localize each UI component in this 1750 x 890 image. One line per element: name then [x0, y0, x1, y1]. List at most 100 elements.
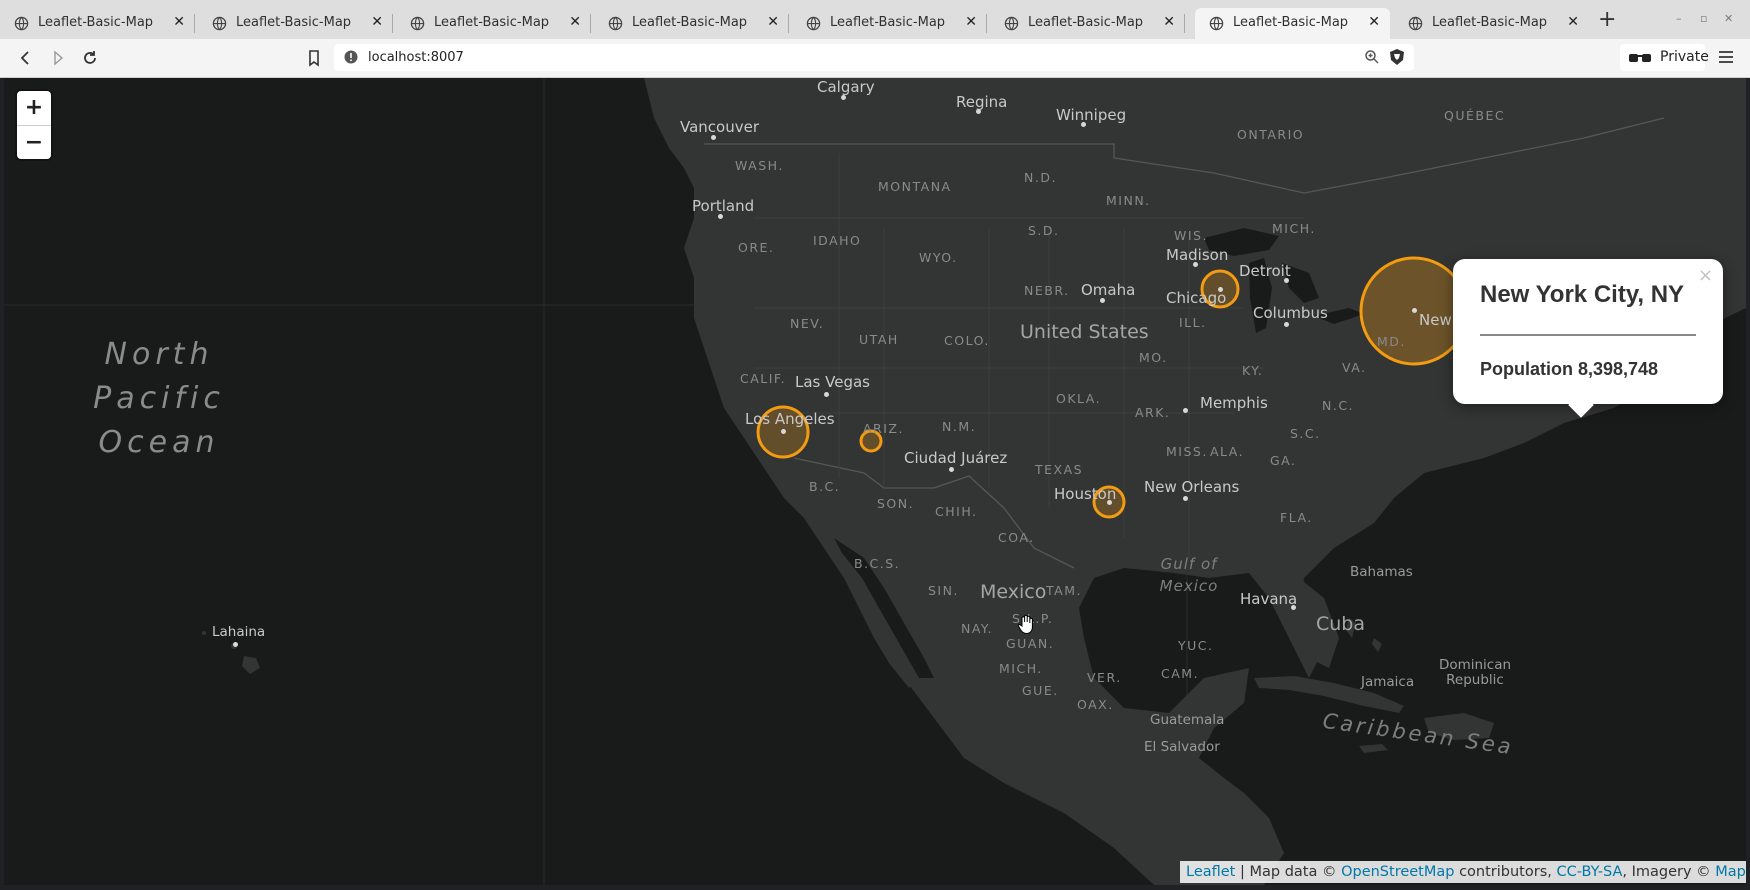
region-label: CHIH. [935, 504, 978, 519]
leaflet-link[interactable]: Leaflet [1186, 864, 1235, 880]
region-label: WYO. [919, 250, 958, 265]
gulf-label: Gulf of Mexico [1159, 555, 1219, 595]
tab-close-icon[interactable]: ✕ [1567, 14, 1579, 30]
region-label: GUE. [1022, 683, 1059, 698]
region-label: MO. [1139, 350, 1168, 365]
tab-close-icon[interactable]: ✕ [371, 14, 383, 30]
browser-tab[interactable]: Leaflet-Basic-Map ✕ [990, 8, 1185, 39]
globe-icon [608, 16, 623, 31]
reload-icon[interactable] [80, 48, 100, 68]
region-label: VER. [1087, 670, 1122, 685]
popup-title: New York City, NY [1480, 281, 1685, 308]
zoom-out-button[interactable]: − [17, 126, 51, 159]
region-label: NAY. [961, 621, 994, 636]
browser-tab[interactable]: Leaflet-Basic-Map ✕ [792, 8, 987, 39]
region-label: B.C. [809, 479, 841, 494]
tab-title: Leaflet-Basic-Map [38, 15, 154, 30]
city-dot [1412, 308, 1417, 313]
minimize-icon[interactable]: – [1676, 12, 1682, 25]
grab-hand-cursor-icon [1017, 614, 1033, 635]
country-small-label: Jamaica [1361, 674, 1415, 690]
tab-close-icon[interactable]: ✕ [1163, 14, 1175, 30]
region-label: SIN. [928, 583, 959, 598]
url-text: localhost:8007 [368, 50, 464, 65]
window-close-icon[interactable]: ✕ [1724, 12, 1733, 25]
globe-icon [1209, 16, 1224, 31]
osm-link[interactable]: OpenStreetMap [1341, 864, 1454, 880]
city-label: Havana [1240, 590, 1298, 608]
city-label: Los Angeles [745, 410, 835, 428]
region-label: MISS. [1166, 444, 1208, 459]
city-dot [949, 467, 954, 472]
tab-strip: Leaflet-Basic-Map ✕ Leaflet-Basic-Map ✕ … [0, 0, 1750, 39]
browser-toolbar: localhost:8007 Private [0, 39, 1750, 78]
popup-population: Population 8,398,748 [1480, 359, 1659, 379]
city-label: Las Vegas [795, 373, 870, 391]
region-label: UTAH [859, 332, 899, 347]
region-label: YUC. [1178, 638, 1214, 653]
browser-tab[interactable]: Leaflet-Basic-Map ✕ [1394, 8, 1589, 39]
tab-close-icon[interactable]: ✕ [965, 14, 977, 30]
tab-separator [194, 14, 195, 33]
browser-tab[interactable]: Leaflet-Basic-Map ✕ [396, 8, 591, 39]
region-label: ARK. [1135, 405, 1171, 420]
region-label: MONTANA [878, 179, 952, 194]
city-dot [824, 392, 829, 397]
region-label: B.C.S. [854, 556, 901, 571]
region-label: S.C. [1290, 426, 1321, 441]
city-label: Lahaina [212, 624, 266, 640]
address-bar[interactable]: localhost:8007 [334, 44, 1414, 71]
region-label: OAX. [1077, 697, 1114, 712]
new-tab-button[interactable]: + [1598, 9, 1616, 31]
tab-title: Leaflet-Basic-Map [236, 15, 352, 30]
info-icon[interactable] [344, 50, 358, 64]
back-arrow-icon[interactable] [16, 48, 36, 68]
mapbox-link[interactable]: Mapbox [1715, 864, 1746, 880]
globe-icon [1004, 16, 1019, 31]
region-label: COA. [998, 530, 1035, 545]
city-label: Calgary [817, 78, 875, 96]
region-label: N.D. [1024, 170, 1057, 185]
popup-close-button[interactable]: × [1698, 265, 1713, 286]
tab-title: Leaflet-Basic-Map [1432, 15, 1548, 30]
region-label: MD. [1377, 334, 1406, 349]
globe-icon [14, 16, 29, 31]
tab-separator [986, 14, 987, 33]
tab-close-icon[interactable]: ✕ [173, 14, 185, 30]
city-label: Chicago [1166, 289, 1227, 307]
city-label: Ciudad Juárez [904, 449, 1008, 467]
region-label: NEBR. [1024, 283, 1070, 298]
zoom-in-button[interactable]: + [17, 91, 51, 126]
tab-close-icon[interactable]: ✕ [569, 14, 581, 30]
region-label: ORE. [738, 240, 775, 255]
region-label: NEV. [790, 316, 825, 331]
zoom-icon[interactable] [1364, 49, 1380, 65]
region-label: FLA. [1280, 510, 1313, 525]
leaflet-map[interactable]: North Pacific Ocean Gulf of Mexico Carib… [4, 78, 1746, 885]
attribution-text: contributors, [1454, 864, 1557, 880]
license-link[interactable]: CC-BY-SA [1556, 864, 1622, 880]
region-label: MINN. [1106, 193, 1151, 208]
city-label: Omaha [1081, 281, 1136, 299]
forward-arrow-icon[interactable] [48, 48, 68, 68]
bookmark-icon[interactable] [304, 48, 324, 68]
maximize-icon[interactable]: ▫ [1700, 12, 1707, 25]
city-label: Winnipeg [1056, 106, 1127, 124]
region-label: KY. [1242, 363, 1264, 378]
browser-tab[interactable]: Leaflet-Basic-Map ✕ [0, 8, 195, 39]
private-window-badge[interactable]: Private [1620, 44, 1709, 71]
city-label: New Orleans [1144, 478, 1240, 496]
brave-shield-icon[interactable] [1388, 48, 1406, 66]
browser-tab[interactable]: Leaflet-Basic-Map ✕ [594, 8, 789, 39]
tab-separator [392, 14, 393, 33]
tab-title: Leaflet-Basic-Map [434, 15, 550, 30]
browser-tab-active[interactable]: Leaflet-Basic-Map ✕ [1195, 8, 1390, 39]
region-label: TEXAS [1035, 462, 1084, 477]
tab-close-icon[interactable]: ✕ [767, 14, 779, 30]
country-label: Mexico [980, 581, 1047, 603]
tab-close-icon[interactable]: ✕ [1368, 14, 1380, 30]
hamburger-menu-icon[interactable] [1716, 47, 1736, 67]
browser-tab[interactable]: Leaflet-Basic-Map ✕ [198, 8, 393, 39]
region-label: ALA. [1210, 444, 1245, 459]
tab-separator [590, 14, 591, 33]
